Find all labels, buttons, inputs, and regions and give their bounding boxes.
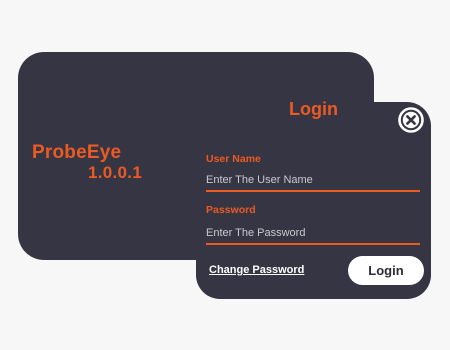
close-button[interactable] — [398, 107, 424, 133]
password-label: Password — [206, 204, 256, 216]
login-title: Login — [289, 99, 338, 119]
app-name: ProbeEye — [32, 142, 122, 163]
password-input[interactable] — [206, 223, 420, 245]
app-version: 1.0.0.1 — [88, 163, 143, 182]
close-icon — [398, 107, 424, 133]
change-password-link[interactable]: Change Password — [209, 264, 304, 276]
login-window: ProbeEye 1.0.0.1 Login User Name Passwor… — [0, 0, 450, 350]
username-label: User Name — [206, 153, 261, 165]
login-button[interactable]: Login — [348, 256, 424, 285]
username-input[interactable] — [206, 170, 420, 192]
